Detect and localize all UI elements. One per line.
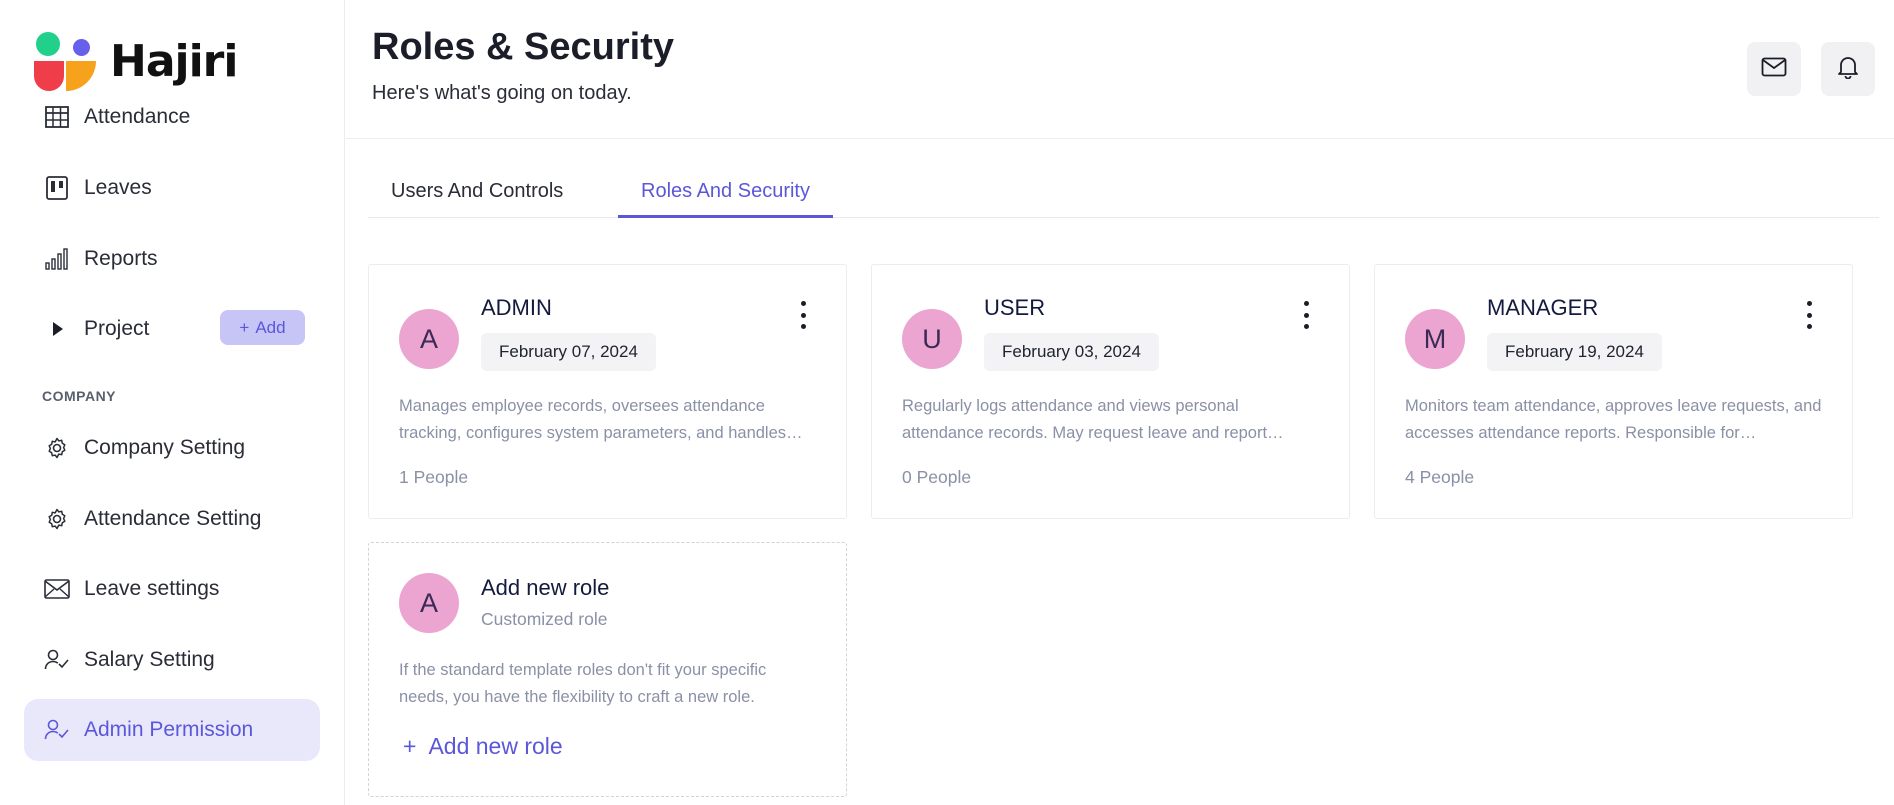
avatar: A xyxy=(399,573,459,633)
role-description: Manages employee records, oversees atten… xyxy=(399,397,803,442)
table-icon xyxy=(44,104,70,130)
role-name: USER xyxy=(984,295,1046,320)
tab-bar: Users And Controls Roles And Security xyxy=(368,176,1879,218)
add-label: Add xyxy=(255,317,286,337)
sidebar-item-label: Admin Permission xyxy=(84,718,254,741)
avatar: U xyxy=(902,309,962,369)
brand-name: Hajiri xyxy=(110,35,238,87)
new-role-title: Add new role xyxy=(481,575,610,600)
more-options-icon[interactable] xyxy=(1804,301,1814,329)
avatar: M xyxy=(1405,309,1465,369)
brand-logo[interactable]: Hajiri xyxy=(32,30,238,92)
play-icon xyxy=(44,316,70,342)
section-label-company: COMPANY xyxy=(42,388,117,404)
people-count: 4 People xyxy=(1405,467,1475,487)
user-check-icon xyxy=(44,717,70,743)
sidebar-item-leave-settings[interactable]: Leave settings xyxy=(24,558,320,620)
role-description: Monitors team attendance, approves leave… xyxy=(1405,397,1822,442)
mail-icon xyxy=(1761,57,1787,82)
user-check-icon xyxy=(44,647,70,673)
role-name: ADMIN xyxy=(481,295,552,320)
people-count: 1 People xyxy=(399,467,469,487)
date-badge: February 07, 2024 xyxy=(481,333,656,371)
add-new-role-button[interactable]: + Add new role xyxy=(403,733,563,760)
sidebar-item-attendance-setting[interactable]: Attendance Setting xyxy=(24,488,320,550)
sidebar-item-reports[interactable]: Reports xyxy=(24,228,320,290)
sidebar-item-label: Leaves xyxy=(84,176,152,199)
gear-icon xyxy=(44,506,70,532)
more-options-icon[interactable] xyxy=(1301,301,1311,329)
new-role-subtitle: Customized role xyxy=(481,609,608,629)
date-badge: February 03, 2024 xyxy=(984,333,1159,371)
new-role-description: If the standard template roles don't fit… xyxy=(399,661,767,706)
sidebar-item-company-setting[interactable]: Company Setting xyxy=(24,417,320,479)
bell-icon xyxy=(1837,55,1859,84)
sidebar-item-label: Attendance Setting xyxy=(84,507,262,530)
gear-icon xyxy=(44,435,70,461)
messages-button[interactable] xyxy=(1747,42,1801,96)
role-card-user[interactable]: U USER February 03, 2024 Regularly logs … xyxy=(871,264,1350,519)
add-new-role-card: A Add new role Customized role If the st… xyxy=(368,542,847,797)
role-description: Regularly logs attendance and views pers… xyxy=(902,397,1284,442)
sidebar: Hajiri Attendance Leaves Reports Project… xyxy=(0,0,345,805)
sidebar-item-label: Company Setting xyxy=(84,436,246,459)
plus-icon: + xyxy=(239,317,250,337)
sidebar-item-leaves[interactable]: Leaves xyxy=(24,157,320,219)
add-new-role-label: Add new role xyxy=(428,733,563,759)
hajiri-logo-icon xyxy=(32,30,98,92)
tab-roles-and-security[interactable]: Roles And Security xyxy=(618,176,833,218)
more-options-icon[interactable] xyxy=(798,301,808,329)
role-card-admin[interactable]: A ADMIN February 07, 2024 Manages employ… xyxy=(368,264,847,519)
role-card-manager[interactable]: M MANAGER February 19, 2024 Monitors tea… xyxy=(1374,264,1853,519)
kanban-icon xyxy=(44,175,70,201)
sidebar-item-label: Leave settings xyxy=(84,577,220,600)
bar-chart-icon xyxy=(44,246,70,272)
sidebar-item-attendance[interactable]: Attendance xyxy=(24,86,320,148)
sidebar-item-admin-permission[interactable]: Admin Permission xyxy=(24,699,320,761)
role-name: MANAGER xyxy=(1487,295,1599,320)
date-badge: February 19, 2024 xyxy=(1487,333,1662,371)
people-count: 0 People xyxy=(902,467,972,487)
sidebar-item-label: Attendance xyxy=(84,105,191,128)
page-title: Roles & Security xyxy=(372,26,674,68)
avatar: A xyxy=(399,309,459,369)
sidebar-item-label: Reports xyxy=(84,247,158,270)
sidebar-item-label: Salary Setting xyxy=(84,648,215,671)
notifications-button[interactable] xyxy=(1821,42,1875,96)
page-header: Roles & Security Here's what's going on … xyxy=(346,0,1894,139)
tab-users-and-controls[interactable]: Users And Controls xyxy=(368,176,586,218)
page-subtitle: Here's what's going on today. xyxy=(372,82,632,104)
add-project-button[interactable]: + Add xyxy=(220,310,305,345)
sidebar-item-label: Project xyxy=(84,317,150,340)
envelope-icon xyxy=(44,576,70,602)
plus-icon: + xyxy=(403,733,417,759)
sidebar-item-salary-setting[interactable]: Salary Setting xyxy=(24,629,320,691)
